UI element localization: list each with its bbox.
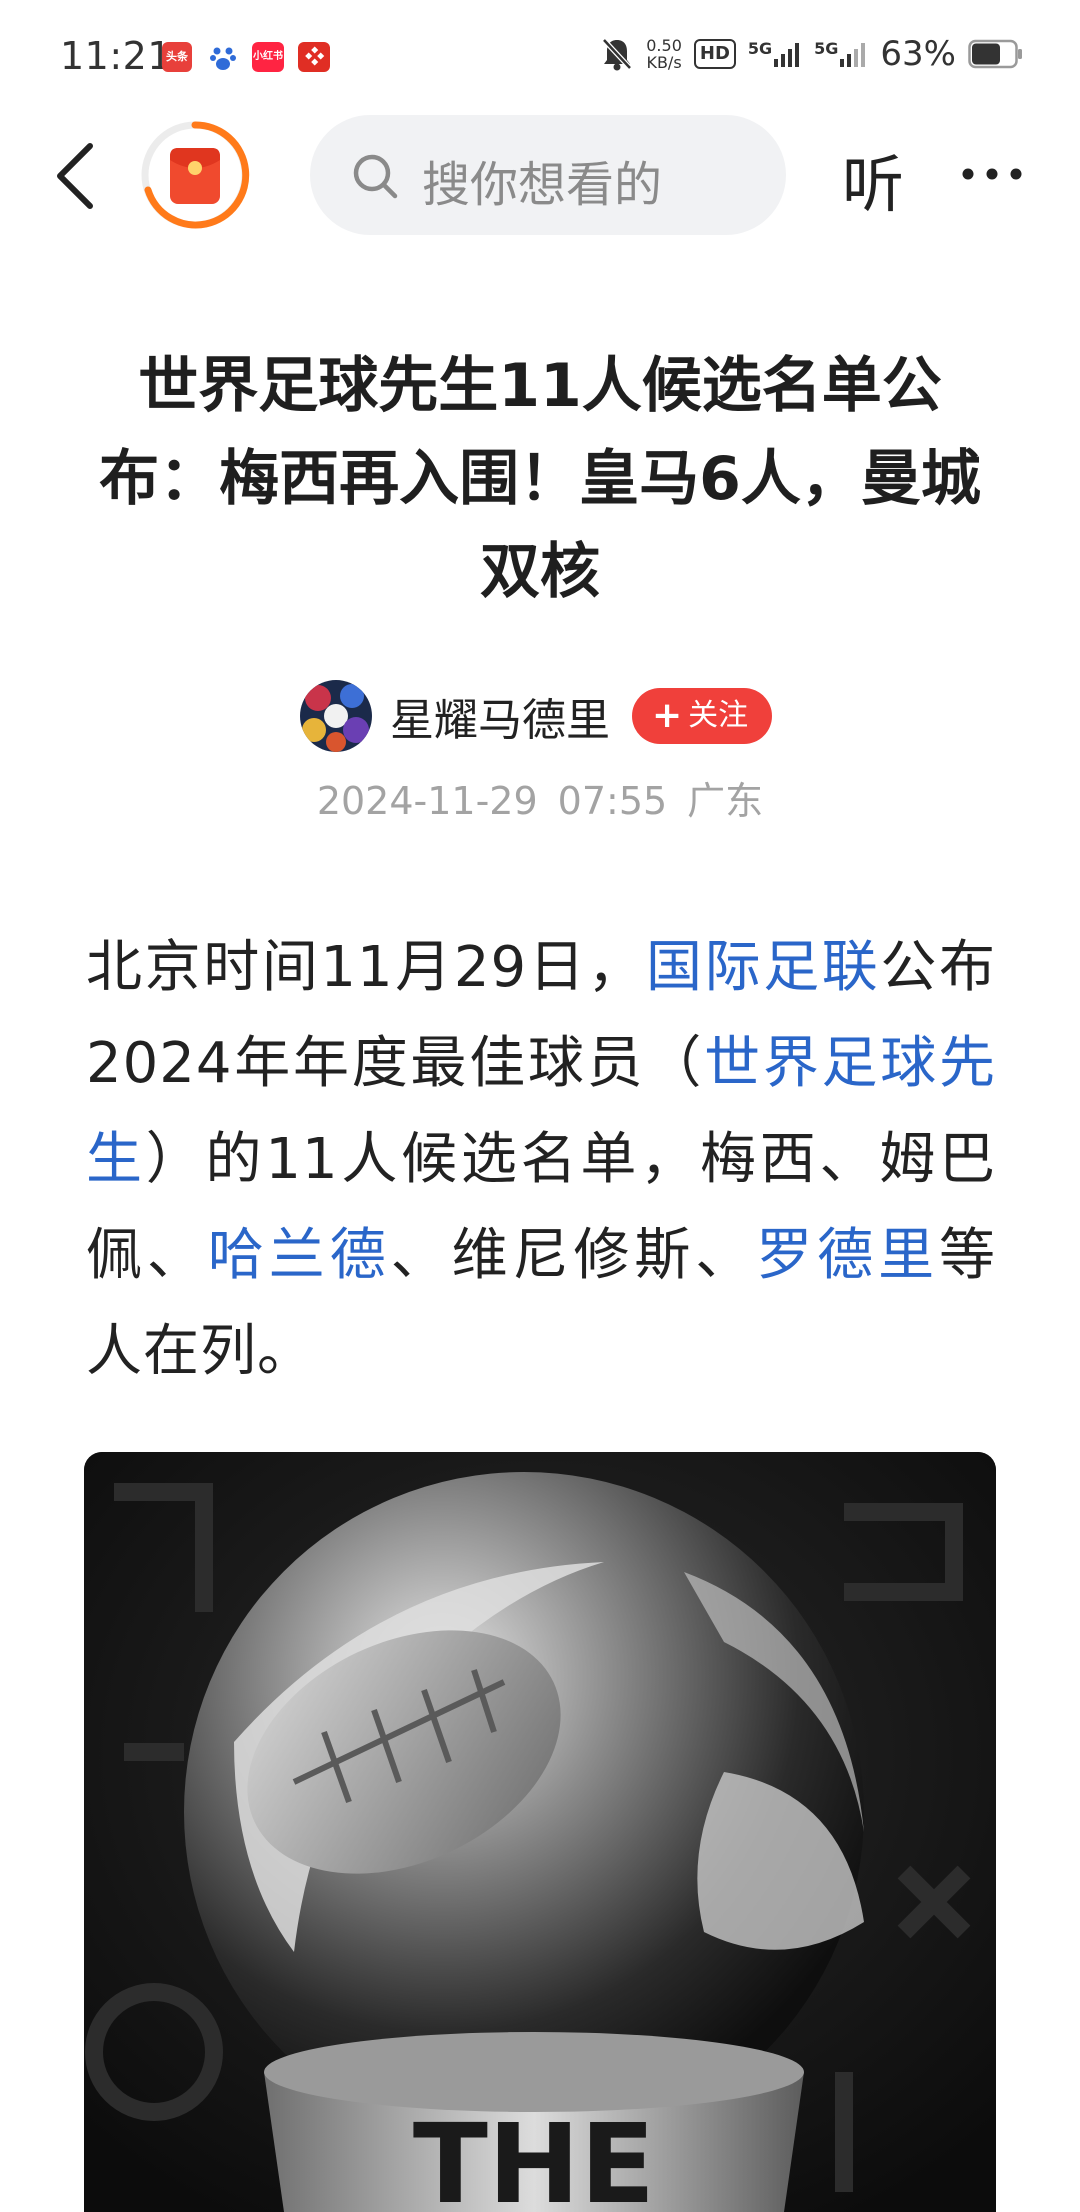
listen-button[interactable]: 听 [842,134,904,224]
keyword-link-rodri[interactable]: 罗德里 [756,1223,939,1288]
signal-5g-1-icon: 5G [748,39,802,69]
author-name[interactable]: 星耀马德里 [390,684,610,748]
author-row: 星耀马德里 + 关注 [300,678,773,754]
author-avatar[interactable] [300,680,372,752]
top-nav-bar: 搜你想看的 听 [0,110,1080,240]
more-options-icon[interactable] [958,162,1026,186]
mute-bell-icon [602,38,633,71]
red-packet-button[interactable] [140,120,250,230]
keyword-link-haaland[interactable]: 哈兰德 [208,1223,391,1288]
battery-icon [968,39,1022,69]
article-paragraph: 北京时间11月29日，国际足联公布2024年年度最佳球员（世界足球先生）的11人… [86,920,996,1400]
search-icon [353,154,398,199]
trophy-image: THE [84,1452,996,2212]
toutiao-app-icon: 头条 [162,42,192,72]
keyword-link-fifa[interactable]: 国际足联 [646,935,880,1000]
baidu-app-icon [208,42,238,72]
status-icons: 0.50 KB/s HD 5G 5G 63% [588,34,1024,74]
publish-date: 2024-11-29 [316,779,538,823]
status-bar: 11:21 头条 小红书 0.50 KB/s HD 5G 5G 63% [0,0,1080,110]
signal-5g-2-icon: 5G [814,39,868,69]
search-placeholder: 搜你想看的 [422,157,663,213]
net-speed: 0.50 KB/s [646,36,682,72]
back-arrow-icon[interactable] [48,138,104,214]
follow-label: 关注 [688,698,749,733]
article-image[interactable]: THE [84,1452,996,2212]
xiaohongshu-app-icon: 小红书 [252,42,284,72]
publish-time: 07:55 [557,779,668,823]
red-packet-icon [141,121,250,229]
text-segment: 北京时间11月29日， [86,935,646,1000]
search-bar[interactable]: 搜你想看的 [310,115,786,235]
publish-location: 广东 [687,779,764,823]
status-time: 11:21 [60,34,173,78]
hd-icon: HD [693,39,736,69]
article-title: 世界足球先生11人候选名单公布：梅西再入围！皇马6人，曼城双核 [99,351,981,607]
pinduoduo-app-icon [298,42,330,72]
text-segment: 、维尼修斯、 [390,1223,757,1288]
follow-button[interactable]: + 关注 [632,688,773,744]
trophy-engraving: THE [413,2100,655,2212]
battery-percent: 63% [880,34,956,74]
article-meta: 2024-11-29 07:55 广东 [0,770,1080,825]
plus-icon: + [652,695,683,736]
